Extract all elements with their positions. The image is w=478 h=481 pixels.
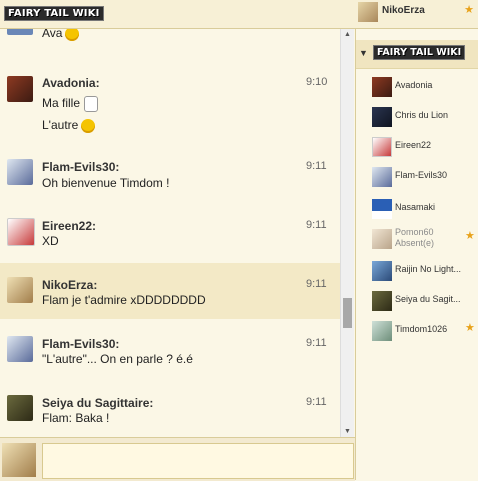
scroll-down-icon[interactable]: ▼: [344, 428, 351, 435]
avatar: [7, 218, 35, 246]
member-name: Raijin No Light...: [395, 264, 462, 274]
message-time: 9:10: [306, 76, 328, 88]
message-time: 9:11: [306, 396, 327, 408]
member-status: Absent(e): [395, 238, 435, 248]
member-item[interactable]: Timdom1026 ★: [372, 321, 477, 341]
hand-icon: [84, 96, 99, 112]
avatar: [372, 261, 392, 281]
member-name: Eireen22: [395, 140, 432, 150]
message-username[interactable]: NikoErza:: [42, 278, 97, 292]
current-user[interactable]: NikoErza ★: [358, 2, 476, 24]
member-name: Seiya du Sagit...: [395, 294, 461, 304]
avatar: [7, 76, 33, 102]
member-name: Pomon60: [395, 227, 434, 237]
scroll-up-icon[interactable]: ▲: [344, 31, 351, 38]
avatar: [372, 107, 392, 127]
chat-message: Avadonia: 9:10 Ma fille L'autre: [0, 65, 340, 135]
avatar: [372, 291, 392, 311]
message-text: Flam: Baka !: [42, 411, 110, 425]
avatar: [7, 395, 33, 421]
message-username[interactable]: Flam-Evils30:: [42, 160, 119, 174]
avatar: [7, 277, 33, 303]
sidebar-header[interactable]: ▼ FAIRY TAIL WIKI: [356, 40, 478, 69]
avatar: [358, 2, 378, 22]
star-icon: ★: [464, 4, 474, 16]
message-username[interactable]: Seiya du Sagittaire:: [42, 396, 153, 410]
message-text: Oh bienvenue Timdom !: [42, 176, 170, 190]
avatar: [372, 77, 392, 97]
member-item[interactable]: Raijin No Light...: [372, 261, 477, 281]
member-item[interactable]: Chris du Lion: [372, 107, 477, 127]
message-time: 9:11: [306, 160, 327, 172]
message-text: "L'autre"... On en parle ? é.é: [42, 352, 193, 366]
member-name: Avadonia: [395, 80, 433, 90]
top-bar: FAIRY TAIL WIKI NikoErza ★: [0, 0, 478, 29]
member-sidebar: ▼ FAIRY TAIL WIKI Avadonia Chris du Lion…: [355, 29, 478, 480]
member-item[interactable]: Avadonia: [372, 77, 477, 97]
member-item[interactable]: Seiya du Sagit...: [372, 291, 477, 311]
chat-message: Flam-Evils30: 9:11 "L'autre"... On en pa…: [0, 323, 340, 379]
message-input[interactable]: [42, 443, 354, 479]
collapse-icon[interactable]: ▼: [359, 48, 368, 58]
message-username[interactable]: Avadonia:: [42, 76, 100, 90]
member-item[interactable]: Pomon60 Absent(e) ★: [372, 227, 477, 249]
message-text: Ma fille: [42, 96, 81, 111]
message-text: L'autre: [42, 118, 79, 132]
chat-log[interactable]: Ava Avadonia: 9:10 Ma fille L'autre Flam…: [0, 29, 340, 437]
avatar: [7, 336, 33, 362]
avatar: [372, 167, 392, 187]
star-icon: ★: [465, 322, 475, 334]
message-text: Ava: [42, 29, 63, 40]
message-composer: [0, 437, 355, 481]
message-time: 9:11: [306, 278, 327, 290]
chat-message: Eireen22: 9:11 XD: [0, 205, 340, 261]
smile-emoji-icon: [65, 29, 80, 41]
message-text: Flam je t'admire xDDDDDDDD: [42, 293, 206, 307]
avatar: [372, 137, 392, 157]
avatar: [372, 199, 392, 219]
avatar: [372, 321, 392, 341]
avatar: [7, 29, 33, 35]
member-name: Timdom1026: [395, 324, 448, 334]
chat-message: Seiya du Sagittaire: 9:11 Flam: Baka !: [0, 381, 340, 437]
wiki-logo: FAIRY TAIL WIKI: [373, 45, 466, 60]
member-name: Flam-Evils30: [395, 170, 448, 180]
member-item[interactable]: Eireen22: [372, 137, 477, 157]
member-item[interactable]: Flam-Evils30: [372, 167, 477, 187]
star-icon: ★: [465, 230, 475, 242]
chat-scrollbar[interactable]: ▲ ▼: [340, 29, 354, 437]
chat-message: NikoErza: 9:11 Flam je t'admire xDDDDDDD…: [0, 263, 340, 319]
member-name: Chris du Lion: [395, 110, 449, 120]
scrollbar-thumb[interactable]: [343, 298, 352, 328]
message-time: 9:11: [306, 337, 327, 349]
avatar: [7, 159, 33, 185]
avatar: [2, 443, 36, 477]
chat-message: Flam-Evils30: 9:11 Oh bienvenue Timdom !: [0, 147, 340, 203]
avatar: [372, 229, 392, 249]
member-item[interactable]: Nasamaki: [372, 199, 477, 219]
sad-emoji-icon: [81, 118, 96, 133]
member-name: Nasamaki: [395, 202, 436, 212]
chat-message: Ava: [0, 29, 340, 45]
message-text: XD: [42, 234, 59, 248]
message-username[interactable]: Flam-Evils30:: [42, 337, 119, 351]
current-user-name: NikoErza: [382, 5, 425, 16]
wiki-logo[interactable]: FAIRY TAIL WIKI: [4, 6, 104, 21]
message-username[interactable]: Eireen22:: [42, 219, 96, 233]
message-time: 9:11: [306, 219, 327, 231]
